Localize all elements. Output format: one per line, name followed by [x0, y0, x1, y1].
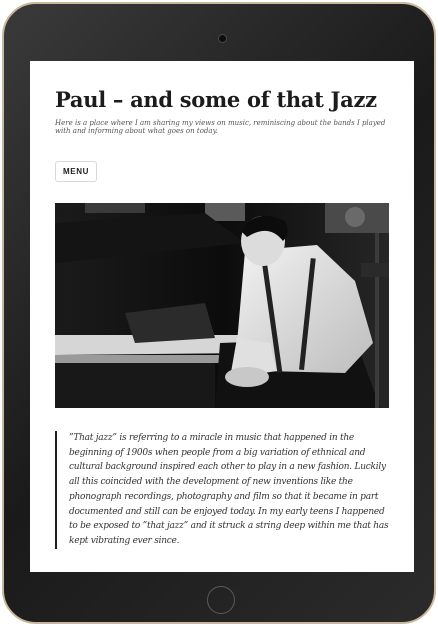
tablet-screen: Paul – and some of that Jazz Here is a p… — [30, 61, 414, 572]
intro-blockquote: ”That jazz” is referring to a miracle in… — [55, 431, 390, 549]
featured-photo — [55, 203, 389, 408]
jazz-pianist-photo — [55, 203, 389, 408]
home-button-icon[interactable] — [207, 586, 235, 614]
quote-text: ”That jazz” is referring to a miracle in… — [69, 433, 389, 546]
site-title[interactable]: Paul – and some of that Jazz — [55, 87, 377, 112]
menu-button[interactable]: MENU — [55, 161, 97, 182]
camera-icon — [218, 34, 227, 43]
site-tagline: Here is a place where I am sharing my vi… — [55, 119, 386, 135]
tablet-device-frame: Paul – and some of that Jazz Here is a p… — [2, 2, 436, 624]
